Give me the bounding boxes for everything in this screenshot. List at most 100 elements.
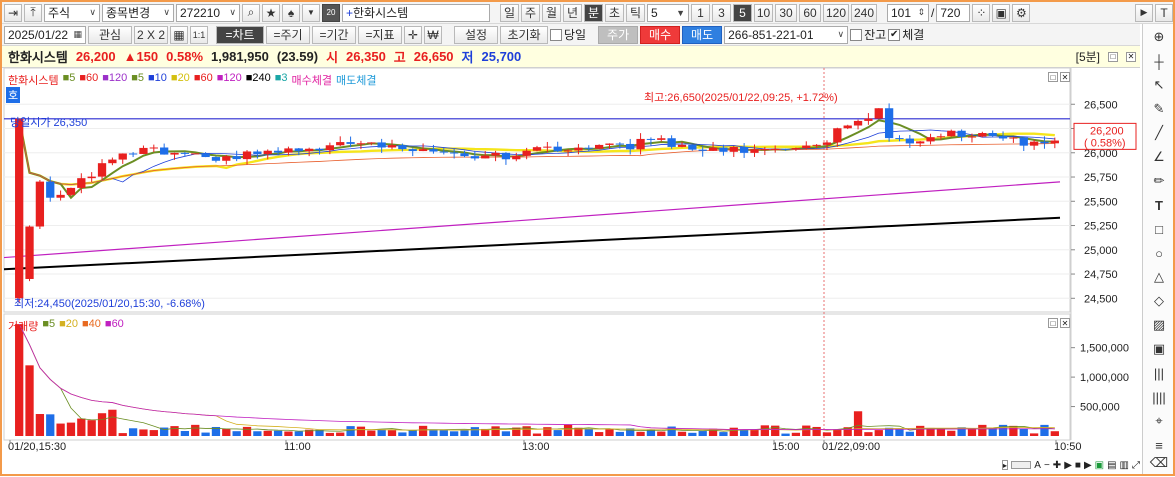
restore-icon[interactable]: □ [1108, 51, 1118, 62]
panel-close-icon[interactable]: ✕ [1060, 72, 1070, 82]
period-tick[interactable]: 틱 [626, 3, 645, 22]
interval-select[interactable]: 5 ▼ [647, 3, 689, 22]
market-select[interactable]: 주식 ∨ [44, 3, 100, 22]
expand-icon[interactable]: ⤢ [1132, 460, 1140, 471]
angle-icon[interactable]: ∠ [1149, 148, 1169, 166]
volume-bar [688, 432, 697, 436]
tab-range[interactable]: =기간 [312, 25, 356, 44]
hoga-tag[interactable]: 호 [6, 87, 21, 103]
watch-button[interactable]: 관심 [88, 25, 132, 44]
table-icon[interactable]: ▦ [170, 25, 188, 44]
rectangle-icon[interactable]: □ [1149, 220, 1169, 238]
scroll-right-icon[interactable]: ▸ [1002, 460, 1009, 470]
balance-checkbox[interactable]: 잔고 [850, 26, 886, 43]
print-icon[interactable]: ▥ [1120, 460, 1129, 471]
period-month[interactable]: 월 [542, 3, 561, 22]
checkbox-box[interactable] [850, 28, 863, 41]
code-input[interactable]: 272210 ∨ [176, 3, 240, 22]
triangle-icon[interactable]: △ [1149, 268, 1169, 286]
minus-icon[interactable]: − [1044, 460, 1050, 471]
tab-indicator[interactable]: =지표 [358, 25, 402, 44]
minute-1[interactable]: 1 [691, 3, 710, 22]
period-year[interactable]: 년 [563, 3, 582, 22]
trend-arrow-icon[interactable]: ↖ [1149, 76, 1169, 94]
text-icon[interactable]: T [1149, 196, 1169, 214]
chart-area[interactable]: 26,50026,25026,00025,75025,50025,25025,0… [2, 67, 1140, 474]
minute-240[interactable]: 240 [851, 3, 877, 22]
chevron-down-icon: ∨ [163, 7, 170, 17]
minute-5[interactable]: 5 [733, 3, 752, 22]
fibonacci-icon[interactable]: ≡ [1149, 436, 1169, 454]
search-icon[interactable]: ⌕ [242, 3, 260, 22]
hatch-icon[interactable]: ▨ [1149, 316, 1169, 334]
symbol-change-select[interactable]: 종목변경 ∨ [102, 3, 174, 22]
settings-button[interactable]: 설정 [454, 25, 498, 44]
minute-60[interactable]: 60 [799, 3, 821, 22]
tab-chart[interactable]: =차트 [216, 25, 264, 44]
stop-icon[interactable]: ■ [1075, 460, 1081, 471]
minute-120[interactable]: 120 [823, 3, 849, 22]
gear-icon[interactable]: ⚙ [1012, 3, 1031, 22]
count-input[interactable]: 101 ⇕ [887, 3, 929, 22]
won-button[interactable]: ₩ [424, 25, 442, 44]
fill-checkbox[interactable]: ✔ 체결 [888, 26, 924, 43]
disk-icon[interactable]: ▤ [1107, 460, 1116, 471]
grid-layout-button[interactable]: 2 X 2 [134, 25, 168, 44]
calendar-icon[interactable]: 20 [322, 3, 340, 22]
order-price-button[interactable]: 주가 [598, 25, 639, 44]
line-icon[interactable]: ╱ [1149, 124, 1169, 142]
high-annotation: 최고:26,650(2025/01/22,09:25, +1.72%) [644, 92, 838, 104]
vertical-lines-icon[interactable]: ||| [1149, 364, 1169, 382]
pencil-icon[interactable]: ✏ [1149, 172, 1169, 190]
period-second[interactable]: 초 [605, 3, 624, 22]
next-icon[interactable]: ▶ [1084, 460, 1092, 471]
minute-10[interactable]: 10 [754, 3, 773, 22]
date-input[interactable]: 2025/01/22 ▦ [4, 25, 86, 44]
pin-icon[interactable]: ⇥ [4, 3, 22, 22]
zoom-out-icon[interactable]: A [1034, 460, 1041, 471]
diamond-icon[interactable]: ◇ [1149, 292, 1169, 310]
eraser-icon[interactable]: ⌫ [1149, 454, 1169, 472]
stock-name-field[interactable]: +한화시스템 [342, 3, 490, 22]
close-icon[interactable]: ✕ [1126, 51, 1136, 62]
zoom-icon[interactable]: ⊕ [1149, 28, 1169, 46]
star-icon[interactable]: ★ [262, 3, 280, 22]
crosshair-line-icon[interactable]: ┼ [1149, 52, 1169, 70]
period-minute[interactable]: 분 [584, 3, 603, 22]
minute-3[interactable]: 3 [712, 3, 731, 22]
ratio-button[interactable]: 1:1 [190, 25, 208, 44]
panel-restore-icon[interactable]: □ [1048, 72, 1058, 82]
pen-icon[interactable]: ✎ [1149, 100, 1169, 118]
grid-dots-icon[interactable]: ⁘ [972, 3, 991, 22]
volume-close-icon[interactable]: ✕ [1060, 318, 1070, 328]
spade-icon[interactable]: ♠ [282, 3, 300, 22]
tab-period[interactable]: =주기 [266, 25, 310, 44]
account-select[interactable]: 266-851-221-01 ∨ [724, 25, 849, 44]
check-icon[interactable]: ✔ [888, 28, 901, 41]
volume-restore-icon[interactable]: □ [1048, 318, 1058, 328]
fill-box-icon[interactable]: ▣ [1149, 340, 1169, 358]
crosshair-icon[interactable]: ✛ [404, 25, 422, 44]
reset-button[interactable]: 초기화 [500, 25, 548, 44]
minute-30[interactable]: 30 [775, 3, 797, 22]
plus-icon[interactable]: ✚ [1053, 460, 1061, 471]
circle-icon[interactable]: ○ [1149, 244, 1169, 262]
top-icon[interactable]: ⤒ [24, 3, 42, 22]
buy-button[interactable]: 매수 [640, 25, 681, 44]
save-icon[interactable]: ▣ [992, 3, 1011, 22]
volume-bar [66, 422, 76, 436]
today-checkbox[interactable]: 당일 [550, 26, 586, 43]
fan-icon[interactable]: ⌖ [1149, 412, 1169, 430]
down-icon[interactable]: ▼ [302, 3, 320, 22]
period-day[interactable]: 일 [500, 3, 519, 22]
text-tool-button[interactable]: T [1155, 3, 1173, 22]
zoom-slider[interactable] [1011, 461, 1032, 469]
chart-canvas[interactable]: 26,50026,25026,00025,75025,50025,25025,0… [2, 67, 1140, 474]
sell-button[interactable]: 매도 [682, 25, 723, 44]
period-week[interactable]: 주 [521, 3, 540, 22]
bars-icon[interactable]: |||| [1149, 388, 1169, 406]
excel-icon[interactable]: ▣ [1095, 460, 1104, 471]
play-icon[interactable]: ▶ [1064, 460, 1072, 471]
collapse-icon[interactable]: ▶ [1135, 3, 1153, 22]
checkbox-box[interactable] [550, 28, 562, 41]
